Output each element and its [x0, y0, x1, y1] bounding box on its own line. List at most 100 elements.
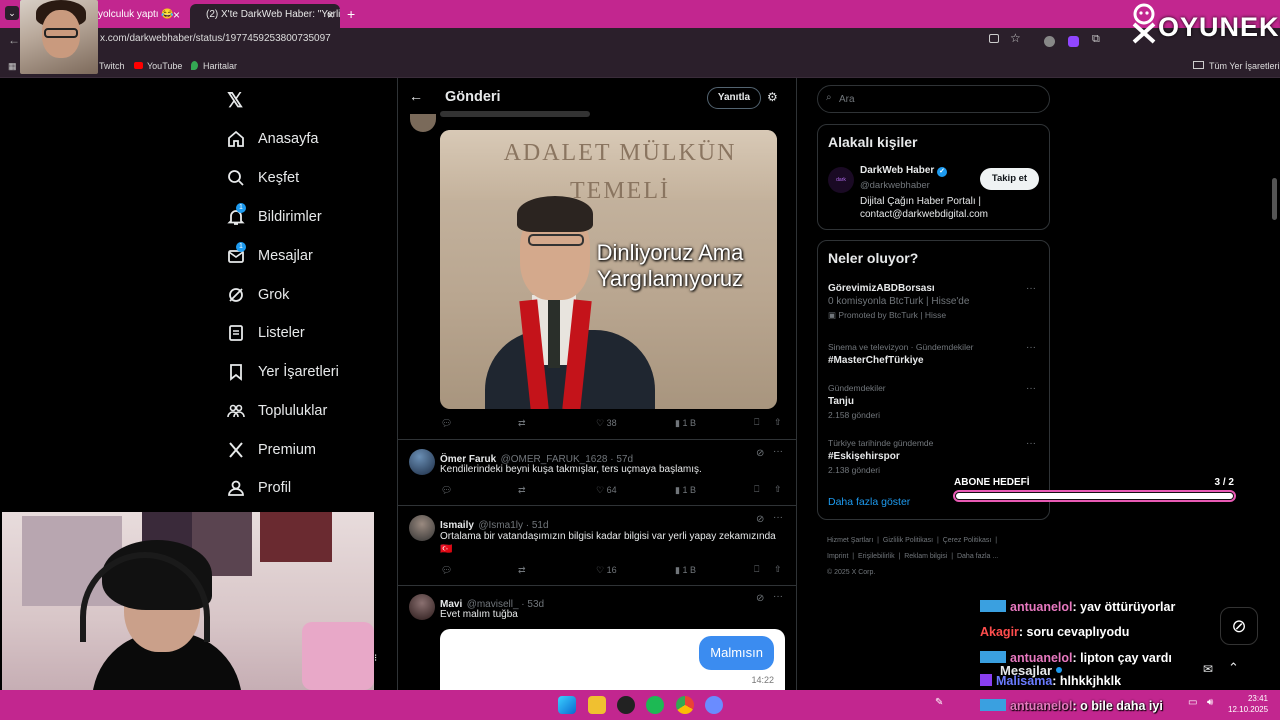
view-count: 1 B	[682, 418, 696, 428]
bookmark-maps[interactable]: Haritalar	[203, 61, 237, 71]
nav-profile[interactable]: Profil	[226, 473, 291, 503]
url-input[interactable]: x.com/darkwebhaber/status/19774592538007…	[100, 33, 331, 44]
trend-item[interactable]: Türkiye tarihinde gündemde #Eskişehirspo…	[828, 438, 1038, 475]
avatar[interactable]	[409, 594, 435, 620]
settings-icon[interactable]	[705, 696, 723, 714]
system-clock[interactable]: 23:41 12.10.2025	[1228, 693, 1268, 715]
back-arrow-icon[interactable]: ←	[409, 88, 423, 104]
spotify-icon[interactable]	[646, 696, 664, 714]
grok-icon[interactable]: ⊘	[756, 448, 764, 459]
views-button[interactable]: ▮ 1 B	[675, 565, 696, 576]
share-icon[interactable]: ⇧	[774, 564, 782, 575]
extension-icon[interactable]	[1044, 36, 1055, 47]
bookmark-twitch[interactable]: Twitch	[99, 61, 125, 71]
footer-link[interactable]: Daha fazla ...	[957, 553, 998, 560]
repost-icon[interactable]: ⇄	[518, 485, 526, 496]
puzzle-icon[interactable]: ⧉	[1092, 33, 1100, 46]
new-tab-button[interactable]: +	[347, 6, 355, 22]
nav-notifications[interactable]: 1 Bildirimler	[226, 202, 322, 232]
more-icon[interactable]: ···	[773, 446, 783, 457]
volume-icon[interactable]: 🔊︎	[1207, 697, 1213, 708]
reply-icon[interactable]: 💬︎	[441, 418, 452, 429]
nav-home[interactable]: Anasayfa	[226, 124, 318, 154]
search-input[interactable]: ⌕ Ara	[817, 85, 1050, 113]
more-icon[interactable]: ···	[773, 591, 783, 602]
more-icon[interactable]: ⁝	[374, 653, 377, 664]
post-image[interactable]: ADALET MÜLKÜN TEMELİ Dinliyoruz Ama Yarg…	[440, 130, 777, 409]
all-bookmarks[interactable]: Tüm Yer İşaretleri	[1209, 61, 1280, 71]
tab-search-icon[interactable]: ⌄	[5, 6, 19, 20]
file-explorer-icon[interactable]	[588, 696, 606, 714]
nav-grok[interactable]: Grok	[226, 280, 289, 310]
back-arrow-icon[interactable]: ←	[8, 33, 20, 47]
bookmark-youtube[interactable]: YouTube	[147, 61, 182, 71]
pen-icon[interactable]: ✎	[935, 697, 943, 708]
reply-icon[interactable]: 💬︎	[441, 565, 452, 576]
grok-icon[interactable]: ⊘	[756, 593, 764, 604]
scrollbar-thumb[interactable]	[1272, 178, 1277, 220]
windows-start-icon[interactable]	[558, 696, 576, 714]
show-more-link[interactable]: Daha fazla göster	[828, 496, 910, 508]
monitor-icon[interactable]: ▭	[1188, 697, 1197, 708]
repost-icon[interactable]: ⇄	[518, 418, 526, 429]
nav-lists[interactable]: Listeler	[226, 318, 305, 348]
more-icon[interactable]: ···	[1026, 383, 1036, 394]
person-name[interactable]: DarkWeb Haber ✓	[860, 165, 948, 177]
footer-link[interactable]: Gizlilik Politikası	[883, 537, 933, 544]
like-button[interactable]: ♡ 16	[596, 565, 617, 576]
reply-icon[interactable]: 💬︎	[441, 485, 452, 496]
more-icon[interactable]: ···	[1026, 342, 1036, 353]
nav-communities[interactable]: Topluluklar	[226, 396, 327, 426]
reply-image[interactable]: Malmısın 14:22	[440, 629, 785, 690]
trend-item[interactable]: Sinema ve televizyon · Gündemdekiler #Ma…	[828, 342, 1038, 366]
star-icon[interactable]: ☆	[1010, 31, 1021, 45]
avatar[interactable]	[409, 515, 435, 541]
more-icon[interactable]: ···	[1026, 283, 1036, 294]
repost-icon[interactable]: ⇄	[518, 565, 526, 576]
footer-link[interactable]: Reklam bilgisi	[904, 553, 947, 560]
views-button[interactable]: ▮ 1 B	[675, 418, 696, 429]
nav-premium[interactable]: Premium	[226, 435, 316, 465]
share-icon[interactable]: ⇧	[774, 484, 782, 495]
trend-item[interactable]: Gündemdekiler Tanju 2.158 gönderi	[828, 383, 1038, 420]
more-icon[interactable]: ···	[1026, 438, 1036, 449]
reply-button[interactable]: Yanıtla	[707, 87, 761, 109]
avatar[interactable]: dark	[828, 167, 854, 193]
messages-drawer[interactable]: Mesajlar	[1000, 663, 1062, 678]
bookmark-icon[interactable]: ⎕	[754, 417, 759, 428]
nav-explore[interactable]: Keşfet	[226, 163, 299, 193]
x-logo-icon[interactable]: 𝕏	[227, 88, 243, 113]
close-icon[interactable]: ×	[173, 4, 180, 26]
footer-link[interactable]: Çerez Politikası	[943, 537, 992, 544]
grok-floating-button[interactable]: ⊘	[1220, 607, 1258, 645]
bookmark-icon[interactable]: ⎕	[754, 484, 759, 495]
chrome-icon[interactable]	[676, 696, 694, 714]
twitch-extension-icon[interactable]	[1068, 36, 1079, 47]
trend-item[interactable]: GörevimizABDBorsası 0 komisyonla BtcTurk…	[828, 283, 1038, 321]
obs-icon[interactable]	[617, 696, 635, 714]
follow-button[interactable]: Takip et	[980, 168, 1039, 190]
chevron-up-icon[interactable]: ⌃	[1228, 660, 1239, 676]
grok-icon[interactable]: ⊘	[756, 514, 764, 525]
footer-link[interactable]: Hizmet Şartları	[827, 537, 873, 544]
footer-link[interactable]: Erişilebilirlik	[858, 553, 895, 560]
tab-2[interactable]: (2) X'te DarkWeb Haber: "Yerli y ×	[190, 4, 340, 28]
share-icon[interactable]: ⇧	[774, 417, 782, 428]
like-button[interactable]: ♡ 64	[596, 485, 617, 496]
badge-icon	[980, 674, 992, 686]
more-icon[interactable]: ···	[773, 512, 783, 523]
like-button[interactable]: ♡ 38	[596, 418, 617, 429]
tab-1[interactable]: yolculuk yaptı 😂 ×	[88, 4, 186, 28]
views-button[interactable]: ▮ 1 B	[675, 485, 696, 496]
close-icon[interactable]: ×	[327, 4, 334, 26]
new-message-icon[interactable]: ✉	[1203, 662, 1213, 676]
settings-sliders-icon[interactable]: ⚙	[767, 90, 778, 104]
footer-link[interactable]: Imprint	[827, 553, 848, 560]
bookmark-icon[interactable]: ⎕	[754, 564, 759, 575]
nav-messages[interactable]: 1 Mesajlar	[226, 241, 313, 271]
avatar[interactable]	[409, 449, 435, 475]
install-icon[interactable]	[989, 34, 999, 43]
clock-time: 23:41	[1247, 694, 1268, 703]
nav-bookmarks[interactable]: Yer İşaretleri	[226, 357, 339, 387]
apps-grid-icon[interactable]: ▦	[8, 61, 17, 72]
